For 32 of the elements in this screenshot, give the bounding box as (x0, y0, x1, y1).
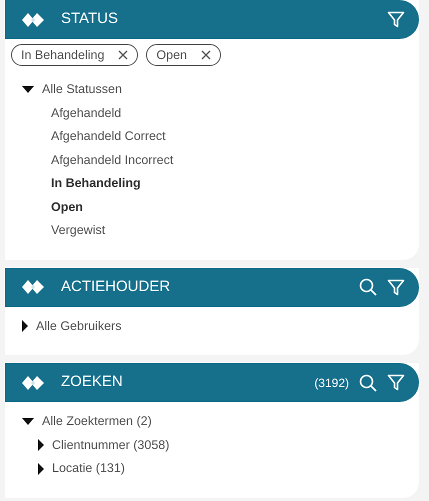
tree-item[interactable]: Afgehandeld (51, 104, 122, 123)
collapsed-triangle-icon[interactable] (22, 320, 28, 332)
search-icon[interactable] (359, 374, 377, 392)
panel-title: ACTIEHOUDER (61, 276, 170, 297)
close-icon[interactable] (118, 50, 128, 60)
panel-title: STATUS (61, 9, 118, 30)
tree-item[interactable]: Alle Zoektermen (2) (42, 412, 152, 432)
tree-item[interactable]: Locatie (131) (52, 459, 125, 478)
filter-chip[interactable]: Open (146, 44, 221, 66)
collapsed-triangle-icon[interactable] (38, 439, 44, 452)
tree-item[interactable]: Alle Gebruikers (36, 316, 122, 336)
tree-item[interactable]: Vergewist (51, 221, 106, 240)
result-count: (3192) (314, 374, 349, 392)
filter-icon[interactable] (387, 278, 405, 296)
tree-item[interactable]: Afgehandeld Incorrect (51, 150, 174, 170)
tree-item[interactable]: In Behandeling (51, 174, 141, 194)
filter-icon[interactable] (387, 11, 405, 28)
tree-item[interactable]: Alle Statussen (42, 80, 122, 100)
diamond-logo-icon (21, 374, 45, 390)
tree-item[interactable]: Clientnummer (3058) (52, 436, 170, 455)
diamond-logo-icon (21, 279, 45, 295)
expanded-triangle-icon[interactable] (22, 86, 34, 94)
tree-item[interactable]: Open (51, 198, 83, 217)
expanded-triangle-icon[interactable] (22, 418, 34, 426)
collapsed-triangle-icon[interactable] (38, 462, 44, 475)
tree-item[interactable]: Afgehandeld Correct (51, 127, 166, 146)
panel-title: ZOEKEN (61, 372, 123, 392)
filter-chip[interactable]: In Behandeling (11, 44, 138, 66)
search-icon[interactable] (359, 278, 377, 296)
diamond-logo-icon (21, 12, 45, 28)
close-icon[interactable] (201, 50, 211, 60)
filter-icon[interactable] (387, 374, 405, 391)
